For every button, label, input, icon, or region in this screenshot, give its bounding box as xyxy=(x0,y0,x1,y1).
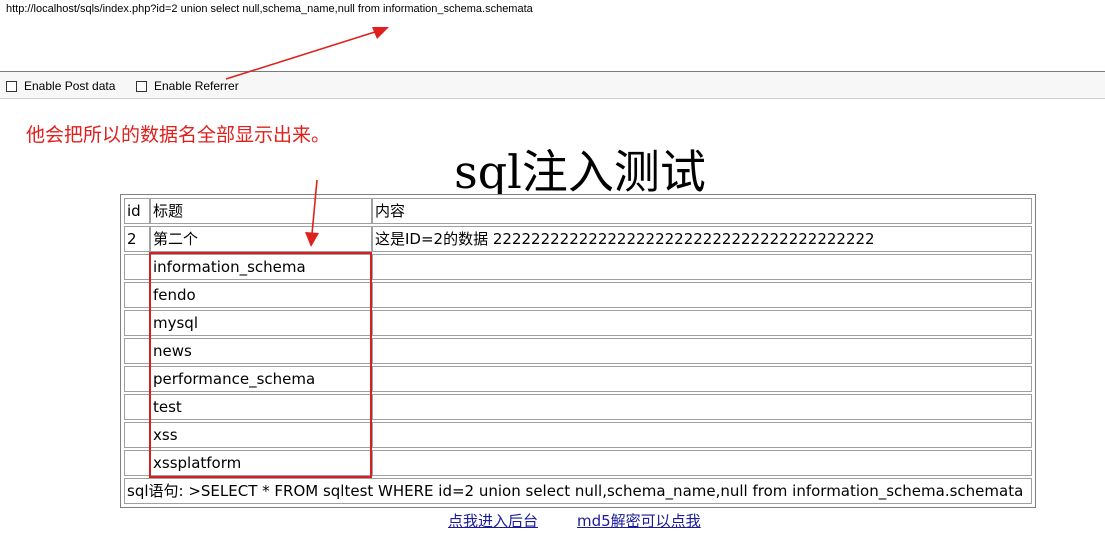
enable-post-data-label: Enable Post data xyxy=(24,79,116,93)
table-cell-content xyxy=(372,422,1032,448)
table-cell-title: mysql xyxy=(150,310,372,336)
table-cell-title: information_schema xyxy=(150,254,372,280)
table-cell-title: xss xyxy=(150,422,372,448)
table-cell-content xyxy=(372,366,1032,392)
table-cell-title: performance_schema xyxy=(150,366,372,392)
md5-link-wrap: md5解密可以点我 xyxy=(577,510,701,531)
admin-link-wrap: 点我进入后台 xyxy=(448,510,538,531)
table-cell-title: 第二个 xyxy=(150,226,372,252)
table-cell-content: 这是ID=2的数据 222222222222222222222222222222… xyxy=(372,226,1032,252)
enable-post-data-option[interactable]: Enable Post data xyxy=(6,79,115,93)
table-cell-content xyxy=(372,254,1032,280)
enable-referrer-checkbox[interactable] xyxy=(136,80,147,92)
url-input-area[interactable]: http://localhost/sqls/index.php?id=2 uni… xyxy=(0,0,1105,71)
table-cell-id xyxy=(124,338,150,364)
options-bar: Enable Post data Enable Referrer xyxy=(0,71,1105,99)
table-cell-content xyxy=(372,338,1032,364)
page-title: sql注入测试 xyxy=(454,145,706,199)
table-cell-id xyxy=(124,450,150,476)
url-text[interactable]: http://localhost/sqls/index.php?id=2 uni… xyxy=(6,3,533,15)
table-cell-title: test xyxy=(150,394,372,420)
table-cell-id: 2 xyxy=(124,226,150,252)
table-cell-id xyxy=(124,422,150,448)
table-cell-title: xssplatform xyxy=(150,450,372,476)
table-cell-content xyxy=(372,282,1032,308)
table-cell-id xyxy=(124,366,150,392)
enable-referrer-option[interactable]: Enable Referrer xyxy=(136,79,239,93)
table-cell-content xyxy=(372,310,1032,336)
table-cell-title: news xyxy=(150,338,372,364)
sql-statement: sql语句: >SELECT * FROM sqltest WHERE id=2… xyxy=(124,478,1032,504)
header-content: 内容 xyxy=(372,198,1032,224)
table-cell-content xyxy=(372,394,1032,420)
table-cell-content xyxy=(372,450,1032,476)
table-cell-id xyxy=(124,282,150,308)
table-cell-id xyxy=(124,254,150,280)
enable-post-data-checkbox[interactable] xyxy=(6,80,17,92)
header-id: id xyxy=(124,198,150,224)
enable-referrer-label: Enable Referrer xyxy=(154,79,239,93)
results-table: id 标题 内容 2 第二个 这是ID=2的数据 222222222222222… xyxy=(120,194,1036,508)
admin-link[interactable]: 点我进入后台 xyxy=(448,512,538,530)
header-title: 标题 xyxy=(150,198,372,224)
md5-link[interactable]: md5解密可以点我 xyxy=(577,512,701,530)
table-cell-title: fendo xyxy=(150,282,372,308)
table-cell-id xyxy=(124,310,150,336)
table-cell-id xyxy=(124,394,150,420)
